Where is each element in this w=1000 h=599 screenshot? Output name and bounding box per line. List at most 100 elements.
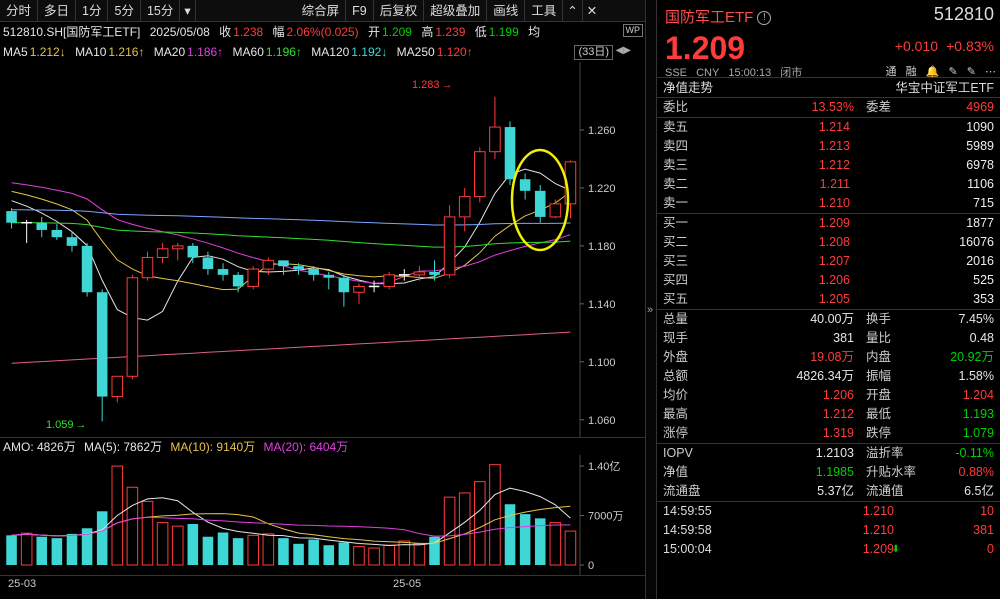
weicha-label: 委差	[866, 100, 892, 114]
tools-button[interactable]: 工具	[525, 0, 564, 22]
period-dropdown-icon[interactable]: ▾	[180, 0, 196, 22]
ask-row[interactable]: 卖二 1.211 1106	[657, 175, 1000, 194]
stat-value: 0.48	[969, 331, 994, 345]
volume-bar-down	[217, 532, 229, 565]
volume-bar-down	[187, 524, 199, 565]
back-adjust-button[interactable]: 后复权	[374, 0, 425, 22]
candle-body-up	[156, 248, 169, 258]
candle-body-down	[6, 211, 17, 223]
volume-bar-down	[96, 511, 108, 565]
volume-chart[interactable]: 1.40亿 7000万 0	[0, 455, 645, 575]
date-tick-start: 25-03	[8, 578, 37, 590]
candle	[156, 242, 169, 264]
ask-row[interactable]: 卖四 1.213 5989	[657, 137, 1000, 156]
tick-volume: 10	[980, 504, 994, 518]
ask-row[interactable]: 卖三 1.212 6978	[657, 156, 1000, 175]
stat-value: 20.92万	[950, 350, 994, 364]
candle-body-up	[549, 203, 562, 218]
stat-value: 6.5亿	[964, 484, 994, 498]
close-icon[interactable]: ✕	[583, 0, 601, 22]
period-tab-15min[interactable]: 15分	[141, 0, 181, 22]
candle-body-up	[126, 277, 139, 377]
note-icon[interactable]: ✎	[967, 66, 976, 78]
candle	[474, 147, 486, 203]
market-meta: SSE CNY 15:00:13 闭市	[665, 64, 808, 80]
bid-row[interactable]: 买二 1.208 16076	[657, 233, 1000, 252]
candle	[217, 263, 229, 281]
candlestick-chart[interactable]: 1.260 1.220 1.180 1.140 1.100 1.060 1.283 → 1.…	[0, 62, 645, 437]
ask-volume: 5989	[966, 139, 994, 153]
stock-connect-badge[interactable]: 通	[886, 66, 897, 78]
bell-icon[interactable]: 🔔	[926, 66, 940, 78]
volume-bar-up	[549, 522, 562, 566]
fund-name-link[interactable]: 华宝中证军工ETF	[895, 78, 994, 97]
volume-legend: AMO: 4826万 MA(5): 7862万 MA(10): 9140万 MA…	[0, 437, 645, 455]
bid-row[interactable]: 买五 1.205 353	[657, 290, 1000, 309]
tick-list: 14:59:55 1.210 10 14:59:58 1.210 381 15:00:04 1…	[657, 502, 1000, 559]
stat-row: 净值 1.1985 升贴水率 0.88%	[657, 463, 1000, 482]
f9-button[interactable]: F9	[346, 0, 374, 22]
collapse-icon[interactable]: ⌃	[563, 0, 583, 22]
stat-value: 1.204	[962, 388, 994, 402]
ma10-value: 1.216↑	[108, 45, 145, 59]
bid-label: 买五	[663, 292, 689, 306]
tick-volume: 0	[987, 542, 994, 556]
bid-price: 1.209	[818, 216, 850, 230]
period-count-box[interactable]: (33日)	[574, 45, 613, 60]
margin-badge[interactable]: 融	[906, 66, 917, 78]
wp-badge[interactable]: WP	[622, 24, 643, 37]
price-tick-label: 1.260	[588, 125, 616, 137]
ma120-value: 1.192↓	[351, 45, 388, 59]
ask-label: 卖二	[663, 177, 689, 191]
period-tab-multiday[interactable]: 多日	[38, 0, 77, 22]
ask-price: 1.210	[818, 196, 850, 210]
period-tab-1min[interactable]: 1分	[76, 0, 109, 22]
super-overlay-button[interactable]: 超级叠加	[424, 0, 488, 22]
bid-row[interactable]: 买四 1.206 525	[657, 271, 1000, 290]
stat-label: 换手	[866, 312, 892, 326]
candle-body-down	[202, 257, 214, 270]
ask-price: 1.213	[818, 139, 850, 153]
quote-header: 国防军工ETF! 512810 1.209 +0.010 +0.83% SSE …	[657, 0, 1000, 80]
expand-icon[interactable]: »	[647, 304, 653, 316]
stat-value: 40.00万	[810, 312, 854, 326]
period-tab-5min[interactable]: 5分	[108, 0, 141, 22]
tick-time: 14:59:58	[663, 523, 712, 537]
ma250-label: MA250	[396, 45, 435, 59]
panel-divider[interactable]: »	[645, 0, 657, 599]
draw-line-button[interactable]: 画线	[487, 0, 526, 22]
high-value: 1.239	[435, 25, 466, 39]
ask-row[interactable]: 卖一 1.210 715	[657, 194, 1000, 213]
nav-trend-link[interactable]: 净值走势	[663, 78, 713, 97]
candle	[504, 121, 516, 186]
stat-row: 流通盘 5.37亿 流通值 6.5亿	[657, 482, 1000, 501]
candle	[534, 185, 546, 223]
stat-label: 现手	[663, 331, 689, 345]
candle-body-up	[111, 375, 124, 398]
bid-row[interactable]: 买一 1.209 1877	[657, 214, 1000, 233]
nav-next-icon[interactable]: ▶	[623, 45, 631, 56]
more-icon[interactable]: ⋯	[985, 66, 996, 78]
stat-label: 净值	[663, 465, 689, 479]
candle-body-up	[489, 126, 501, 153]
ma20-value: 1.186↑	[187, 45, 224, 59]
quote-panel: 国防军工ETF! 512810 1.209 +0.010 +0.83% SSE …	[657, 0, 1000, 599]
composite-screen-button[interactable]: 综合屏	[296, 0, 347, 22]
info-icon[interactable]: !	[757, 11, 772, 25]
stat-label: 溢折率	[866, 446, 904, 460]
edit-icon[interactable]: ✎	[948, 66, 957, 78]
stat-label: 流通值	[866, 484, 904, 498]
candle	[353, 283, 365, 304]
candle-body-down	[323, 274, 335, 278]
candle	[489, 96, 501, 159]
ma5-label: MA5	[3, 45, 28, 59]
ma120-label: MA120	[311, 45, 350, 59]
stat-value: 1.58%	[958, 369, 994, 383]
ask-price: 1.214	[818, 120, 850, 134]
bid-row[interactable]: 买三 1.207 2016	[657, 252, 1000, 271]
chart-nav-arrows[interactable]: ◀▶	[616, 45, 631, 56]
period-tab-timeshare[interactable]: 分时	[0, 0, 39, 22]
stat-label: 内盘	[866, 350, 892, 364]
nav-row[interactable]: 净值走势 华宝中证军工ETF	[657, 78, 1000, 98]
ask-row[interactable]: 卖五 1.214 1090	[657, 118, 1000, 137]
